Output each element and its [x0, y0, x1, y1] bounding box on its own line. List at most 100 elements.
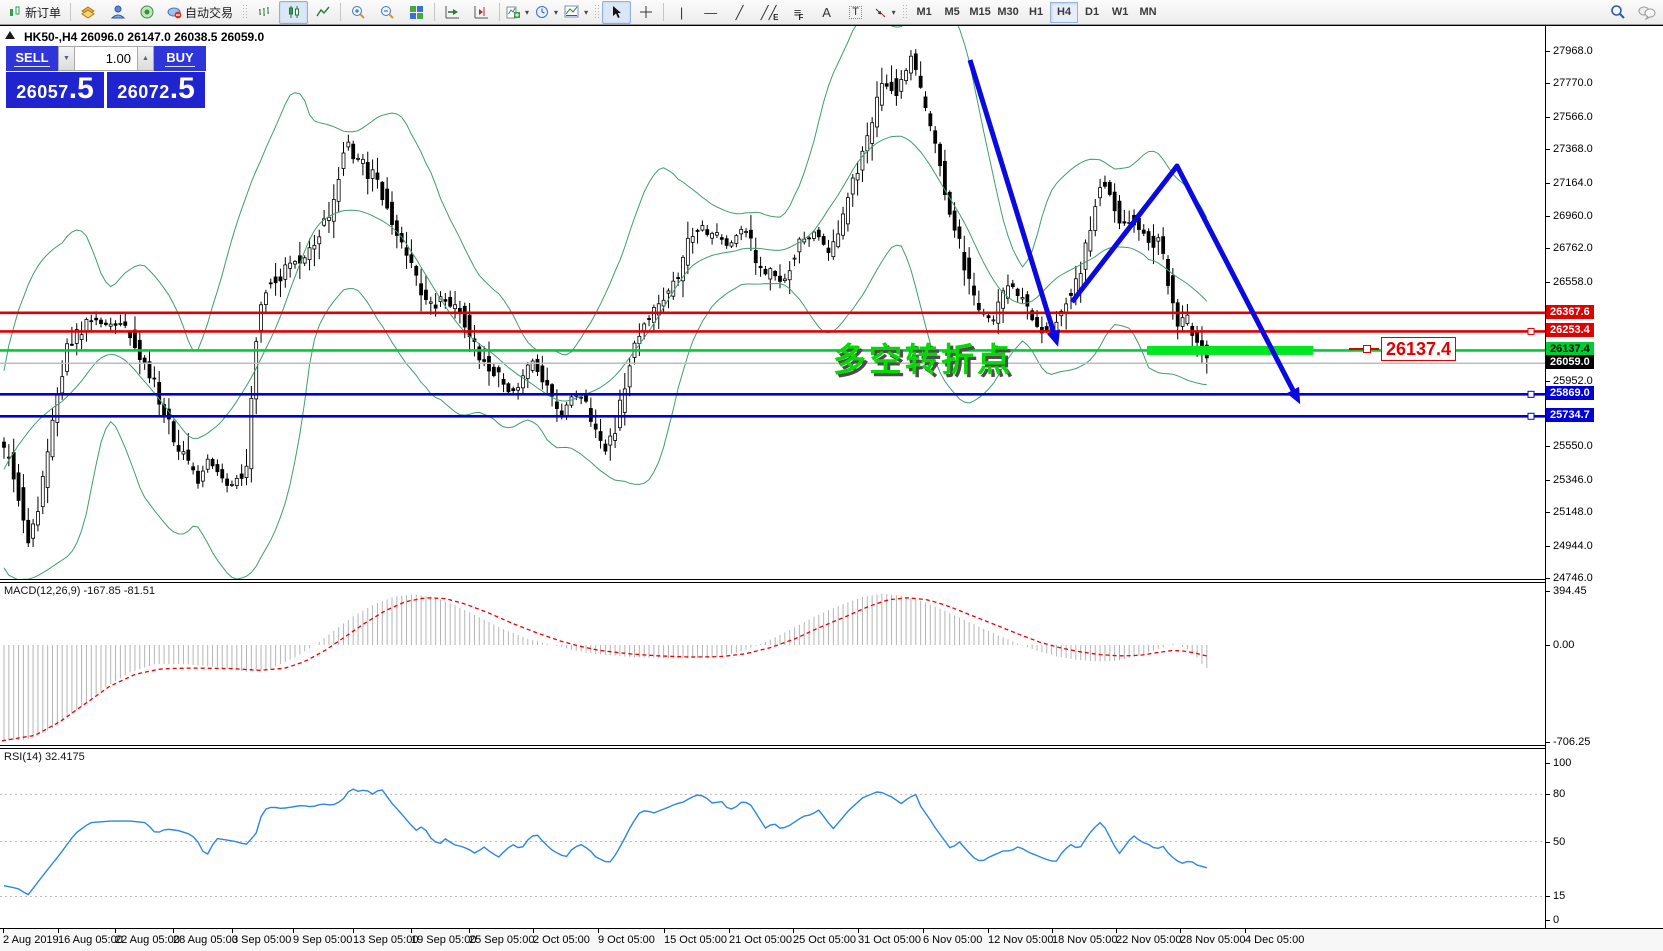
horizontal-line-tool-button[interactable]: —: [696, 1, 725, 24]
indicators-icon: [506, 5, 521, 20]
candle-body: [861, 151, 864, 170]
timeframe-d1[interactable]: D1: [1078, 2, 1106, 23]
candle-body: [735, 236, 738, 244]
timeframes-menu-button[interactable]: ▾: [532, 1, 561, 24]
chart-shift-button[interactable]: [467, 1, 496, 24]
time-tick-mark: [1052, 929, 1053, 933]
one-click-collapse-arrow[interactable]: [5, 31, 15, 39]
candle-body: [745, 232, 748, 233]
timeframe-h4[interactable]: H4: [1050, 2, 1078, 23]
candle-body: [774, 271, 777, 275]
candle-body: [580, 397, 583, 398]
level-axis-label: 26137.4: [1546, 342, 1594, 356]
dropdown-arrow-icon: ▾: [554, 8, 558, 17]
candlestick-mode-button[interactable]: [279, 1, 308, 24]
price-callout-handle[interactable]: [1363, 345, 1371, 353]
candle-body: [366, 162, 369, 178]
candle-body: [429, 302, 432, 303]
channel-tool-button[interactable]: ╱╱E: [754, 1, 783, 24]
timeframe-m1[interactable]: M1: [910, 2, 938, 23]
support-highlight-segment[interactable]: [1147, 346, 1313, 355]
candle-body: [386, 189, 389, 208]
tile-windows-button[interactable]: [402, 1, 431, 24]
new-order-button[interactable]: 新订单: [2, 1, 67, 24]
candle-body: [1123, 222, 1126, 223]
sell-button[interactable]: SELL: [6, 46, 58, 71]
trendline-tool-button[interactable]: ╱: [725, 1, 754, 24]
candle-body: [352, 144, 355, 159]
bar-chart-mode-button[interactable]: [250, 1, 279, 24]
candle-body: [701, 225, 704, 230]
candle-body: [269, 283, 272, 284]
candle-body: [201, 471, 204, 481]
candle-body: [492, 367, 495, 375]
line-chart-mode-button[interactable]: [308, 1, 337, 24]
candle-body: [817, 230, 820, 237]
price-tick-label: 25550.0: [1553, 440, 1593, 452]
templates-button[interactable]: ▾: [561, 1, 591, 24]
fibonacci-tool-button[interactable]: ≡F: [783, 1, 812, 24]
macd-tick-label: 394.45: [1553, 585, 1587, 597]
timeframe-w1[interactable]: W1: [1106, 2, 1134, 23]
volume-increase-button[interactable]: ▲: [137, 46, 154, 71]
candle-body: [599, 432, 602, 441]
candle-body: [308, 248, 311, 260]
crosshair-tool-button[interactable]: [631, 1, 660, 24]
timeframe-h1[interactable]: H1: [1022, 2, 1050, 23]
search-button[interactable]: [1603, 1, 1632, 24]
text-tool-button[interactable]: A: [812, 1, 841, 24]
timeframe-mn[interactable]: MN: [1134, 2, 1162, 23]
profile-button[interactable]: [103, 1, 132, 24]
buy-price[interactable]: 26072.5: [107, 72, 205, 108]
volume-decrease-button[interactable]: ▼: [58, 46, 75, 71]
market-watch-button[interactable]: [74, 1, 103, 24]
price-tick-label: 27164.0: [1553, 177, 1593, 189]
timeframe-m5[interactable]: M5: [938, 2, 966, 23]
candle-body: [793, 258, 796, 259]
candle-body: [686, 238, 689, 265]
zoom-in-button[interactable]: [344, 1, 373, 24]
signal-button[interactable]: [132, 1, 161, 24]
vertical-line-tool-button[interactable]: |: [667, 1, 696, 24]
cursor-tool-button[interactable]: [602, 1, 631, 24]
buy-button[interactable]: BUY: [154, 46, 206, 71]
auto-scroll-button[interactable]: [438, 1, 467, 24]
arrows-tool-button[interactable]: ▾: [870, 1, 899, 24]
candle-body: [463, 306, 466, 327]
hline-handle[interactable]: [1528, 391, 1534, 397]
label-tool-button[interactable]: T: [841, 1, 870, 24]
price-callout-label[interactable]: 26137.4: [1381, 337, 1456, 361]
candle-body: [104, 323, 107, 324]
candle-body: [769, 269, 772, 279]
volume-input[interactable]: 1.00: [75, 46, 137, 71]
timeframe-m15[interactable]: M15: [966, 2, 994, 23]
candle-body: [1167, 259, 1170, 285]
candle-body: [250, 398, 253, 468]
candle-body: [327, 217, 330, 220]
turning-point-annotation[interactable]: 多空转折点: [833, 333, 1013, 381]
price-tick-mark: [1546, 282, 1550, 283]
dropdown-arrow-icon: ▾: [525, 8, 529, 17]
arrows-icon: [874, 6, 888, 19]
candle-body: [517, 388, 520, 391]
indicators-button[interactable]: ▾: [503, 1, 532, 24]
hline-handle[interactable]: [1528, 413, 1534, 419]
candle-body: [749, 230, 752, 238]
macd-pane-divider[interactable]: [0, 579, 1545, 580]
candle-body: [677, 278, 680, 279]
community-chat-button[interactable]: [1632, 1, 1661, 24]
auto-trading-button[interactable]: 自动交易: [161, 1, 239, 24]
candle-body: [22, 488, 25, 521]
candle-body: [1171, 276, 1174, 303]
hline-handle[interactable]: [1528, 328, 1534, 334]
candle-body: [715, 233, 718, 236]
zoom-out-button[interactable]: [373, 1, 402, 24]
time-tick-mark: [988, 929, 989, 933]
sell-price[interactable]: 26057.5: [6, 72, 104, 108]
rsi-pane-divider[interactable]: [0, 745, 1545, 746]
timeframe-m30[interactable]: M30: [994, 2, 1022, 23]
candle-body: [177, 446, 180, 452]
clock-icon: [535, 5, 550, 20]
trend-arrow-1[interactable]: [970, 60, 1056, 340]
candle-body: [376, 173, 379, 179]
